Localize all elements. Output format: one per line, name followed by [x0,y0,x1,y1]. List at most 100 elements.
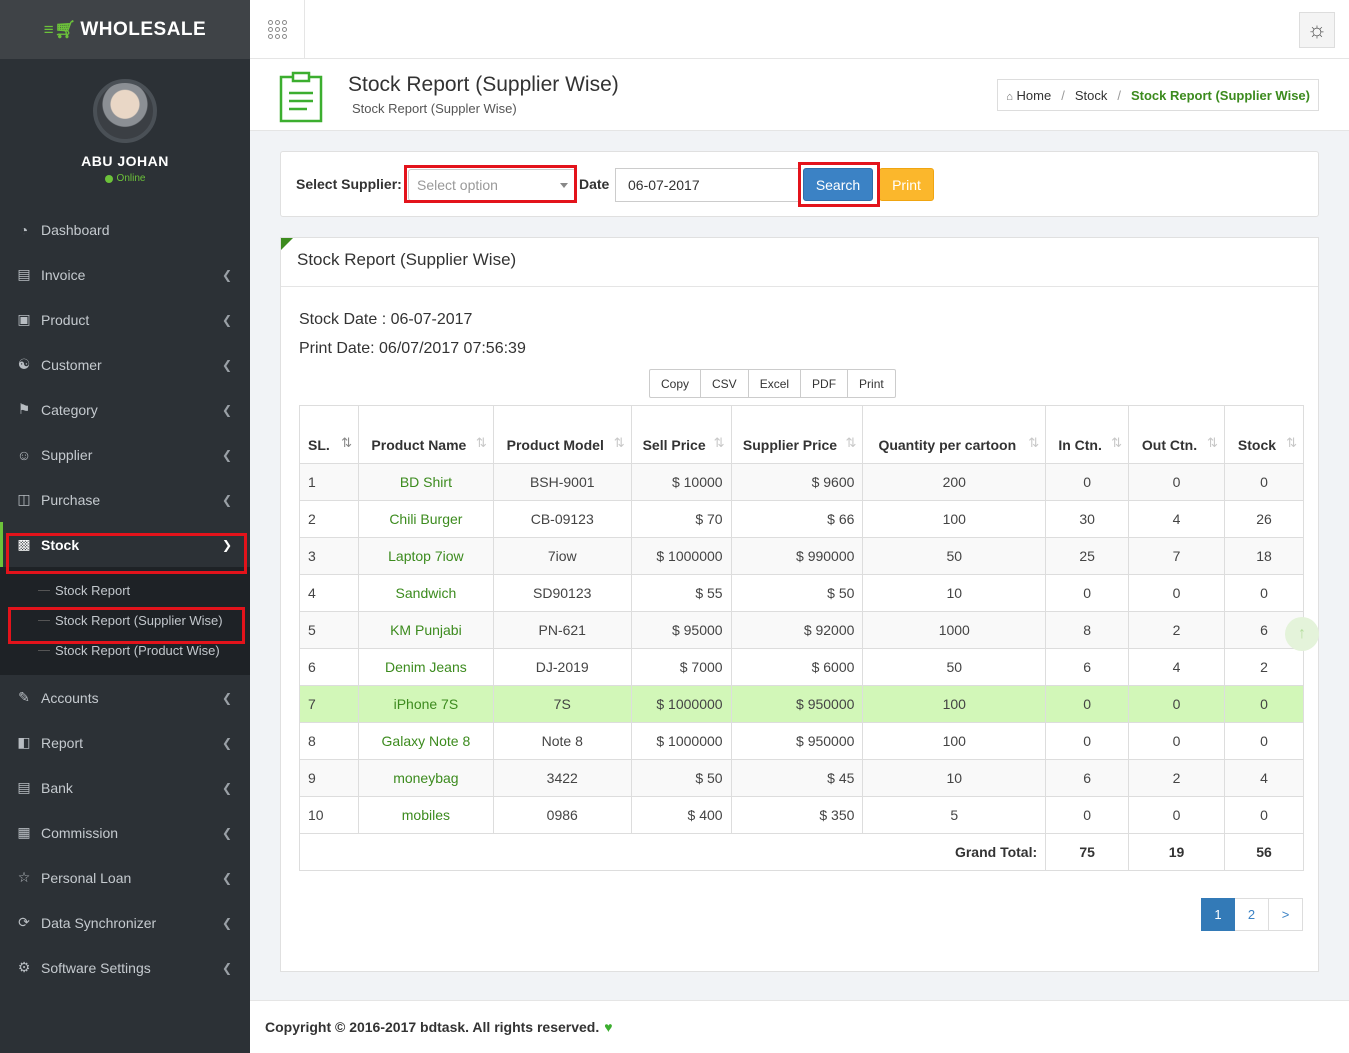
cell-product-name[interactable]: BD Shirt [357,463,494,501]
cell-product-name[interactable]: Laptop 7iow [357,537,494,575]
table-row[interactable]: 8 Galaxy Note 8 Note 8 $ 1000000 $ 950000 100… [299,722,1305,760]
sort-icon: ⇅ [1111,435,1123,450]
next-page-button[interactable]: > [1269,898,1303,931]
chevron-left-icon: ❮ [221,447,232,462]
cell-supplier-price: $ 50 [730,574,864,612]
date-input[interactable]: 06-07-2017 [615,168,800,202]
col-header-sl[interactable]: SL. ⇅ [299,405,359,464]
sidebar-item-commission[interactable]: ▦ Commission ❮ [0,810,250,855]
cell-supplier-price: $ 66 [730,500,864,538]
settings-button[interactable]: ☼ [1299,12,1335,48]
apps-grid-button[interactable] [250,0,305,59]
cell-product-name[interactable]: moneybag [357,759,494,797]
page-1-button[interactable]: 1 [1201,898,1235,931]
col-header-stock[interactable]: Stock ⇅ [1223,405,1305,464]
table-row[interactable]: 10 mobiles 0986 $ 400 $ 350 5 0 0 0 [299,796,1305,834]
cell-stock: 0 [1223,722,1305,760]
sidebar-item-customer[interactable]: ☯ Customer ❮ [0,342,250,387]
cell-product-model: SD90123 [492,574,632,612]
cell-sell-price: $ 10000 [630,463,732,501]
copy-button[interactable]: Copy [649,369,702,398]
sidebar-item-product[interactable]: ▣ Product ❮ [0,297,250,342]
csv-button[interactable]: CSV [701,369,749,398]
cell-quantity: 10 [862,574,1047,612]
col-header-in-ctn[interactable]: In Ctn. ⇅ [1045,405,1130,464]
cell-sl: 7 [299,685,359,723]
page-title: Stock Report (Supplier Wise) [348,73,619,96]
sidebar-item-purchase[interactable]: ◫ Purchase ❮ [0,477,250,522]
sidebar-item-bank[interactable]: ▤ Bank ❮ [0,765,250,810]
bank-icon: ▤ [17,779,31,795]
search-button[interactable]: Search [803,168,873,201]
export-buttons: Copy CSV Excel PDF Print [649,369,896,398]
pdf-button[interactable]: PDF [801,369,849,398]
supplier-select[interactable]: Select option [408,169,576,201]
stock-date: Stock Date : 06-07-2017 [299,311,473,328]
sidebar-item-personal-loan[interactable]: ☆ Personal Loan ❮ [0,855,250,900]
sidebar-item-software-settings[interactable]: ⚙ Software Settings ❮ [0,945,250,990]
table-row[interactable]: 4 Sandwich SD90123 $ 55 $ 50 10 0 0 0 [299,574,1305,612]
excel-button[interactable]: Excel [748,369,802,398]
cell-out-ctn: 7 [1128,537,1225,575]
table-row[interactable]: 2 Chili Burger CB-09123 $ 70 $ 66 100 30 4 26 [299,500,1305,538]
sidebar-item-stock[interactable]: ▩ Stock ❯ [0,522,250,567]
cell-sell-price: $ 1000000 [630,722,732,760]
cart-icon: ◫ [17,491,31,507]
subitem-stock-report[interactable]: Stock Report [0,575,250,605]
table-row[interactable]: 9 moneybag 3422 $ 50 $ 45 10 6 2 4 [299,759,1305,797]
home-icon: ⌂ [1006,90,1013,103]
cell-sell-price: $ 7000 [630,648,732,686]
print-export-button[interactable]: Print [848,369,896,398]
cell-product-name[interactable]: iPhone 7S [357,685,494,723]
table-row[interactable]: 5 KM Punjabi PN-621 $ 95000 $ 92000 1000 8 2 6 [299,611,1305,649]
refresh-icon: ⟳ [18,914,30,930]
cell-product-model: 7S [492,685,632,723]
col-header-supplier-price[interactable]: Supplier Price ⇅ [730,405,864,464]
col-header-label: Stock [1237,437,1277,453]
breadcrumb-home[interactable]: ⌂ Home [1006,88,1051,103]
app-logo[interactable]: ≡🛒︎ WHOLESALE [0,0,250,59]
cell-product-name[interactable]: Galaxy Note 8 [357,722,494,760]
table-row[interactable]: 6 Denim Jeans DJ-2019 $ 7000 $ 6000 50 6 4 2 [299,648,1305,686]
star-icon: ☆ [17,869,31,885]
col-header-sell-price[interactable]: Sell Price ⇅ [630,405,732,464]
sidebar-item-data-synchronizer[interactable]: ⟳ Data Synchronizer ❮ [0,900,250,945]
col-header-quantity[interactable]: Quantity per cartoon ⇅ [862,405,1047,464]
arrow-up-icon: ↑ [1298,625,1306,642]
subitem-stock-report-product-wise[interactable]: Stock Report (Product Wise) [0,635,250,665]
sidebar-item-label: Commission [41,824,119,841]
sidebar-item-category[interactable]: ⚑ Category ❮ [0,387,250,432]
table-row[interactable]: 1 BD Shirt BSH-9001 $ 10000 $ 9600 200 0 0 0 [299,463,1305,501]
sidebar-item-invoice[interactable]: ▤ Invoice ❮ [0,252,250,297]
chevron-down-icon: ❯ [221,537,232,552]
cell-product-name[interactable]: Chili Burger [357,500,494,538]
print-button[interactable]: Print [879,168,934,201]
page-2-button[interactable]: 2 [1235,898,1269,931]
scroll-top-button[interactable]: ↑ [1285,617,1319,651]
breadcrumb-stock[interactable]: Stock [1075,88,1108,103]
col-header-product-name[interactable]: Product Name ⇅ [357,405,494,464]
subitem-stock-report-supplier-wise[interactable]: Stock Report (Supplier Wise) [0,605,250,635]
chevron-left-icon: ❮ [221,492,232,507]
cell-supplier-price: $ 9600 [730,463,864,501]
grand-total-label: Grand Total: [298,833,1047,871]
cell-out-ctn: 2 [1128,611,1225,649]
cell-product-name[interactable]: KM Punjabi [357,611,494,649]
sidebar-item-dashboard[interactable]: ◔ Dashboard [0,207,250,252]
table-row[interactable]: 7 iPhone 7S 7S $ 1000000 $ 950000 100 0 0 0 [299,685,1305,723]
sidebar-item-accounts[interactable]: ✎ Accounts ❮ [0,675,250,720]
sidebar-item-report[interactable]: ◧ Report ❮ [0,720,250,765]
col-header-product-model[interactable]: Product Model ⇅ [492,405,632,464]
cell-out-ctn: 4 [1128,500,1225,538]
table-row[interactable]: 3 Laptop 7iow 7iow $ 1000000 $ 990000 50 25 7 18 [299,537,1305,575]
sidebar-item-supplier[interactable]: ☺ Supplier ❮ [0,432,250,477]
chevron-left-icon: ❮ [221,960,232,975]
cell-product-name[interactable]: Denim Jeans [357,648,494,686]
col-header-out-ctn[interactable]: Out Ctn. ⇅ [1128,405,1225,464]
handshake-icon: ☯ [17,356,31,372]
cell-out-ctn: 0 [1128,463,1225,501]
invoice-icon: ▤ [17,266,31,282]
cell-product-name[interactable]: mobiles [357,796,494,834]
col-header-label: Product Name [371,437,467,453]
cell-product-name[interactable]: Sandwich [357,574,494,612]
